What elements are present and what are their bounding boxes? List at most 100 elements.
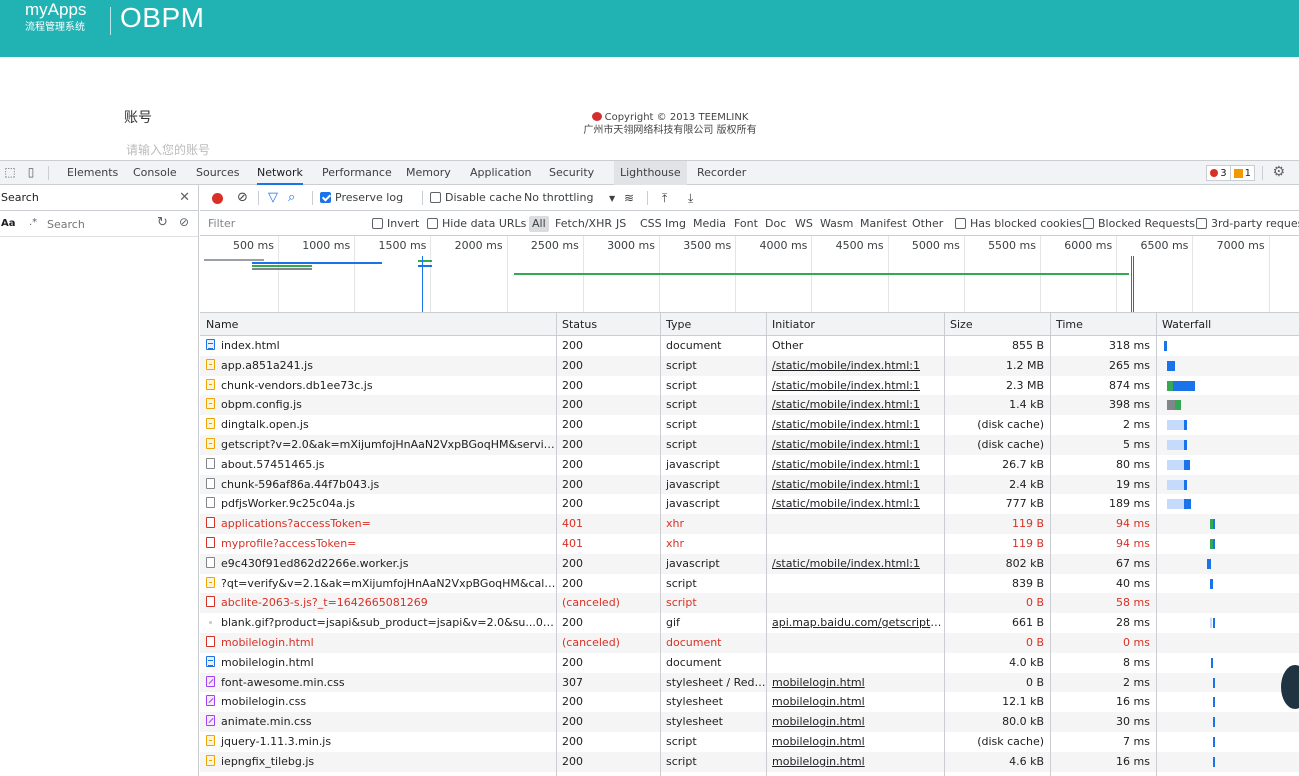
filter-type-js[interactable]: JS	[616, 211, 626, 236]
column-name[interactable]: Name	[200, 313, 556, 335]
table-row[interactable]: dingtalk.open.js 200 script/static/mobile/…	[200, 415, 1299, 435]
column-size[interactable]: Size	[944, 313, 1050, 335]
table-row[interactable]: getscript?v=2.0&ak=mXijumfojHnAaN2VxpBGo…	[200, 434, 1299, 455]
close-icon[interactable]: ✕	[179, 185, 190, 211]
cell-initiator[interactable]: /static/mobile/index.html:1	[766, 395, 944, 415]
filter-type-wasm[interactable]: Wasm	[820, 211, 853, 236]
issues-badges[interactable]: 3 1	[1206, 165, 1255, 181]
filter-type-css[interactable]: CSS	[640, 211, 662, 236]
cell-initiator[interactable]: /static/mobile/index.html:1	[766, 415, 944, 435]
table-row[interactable]: chunk-vendors.db1ee73c.js 200 script/stati…	[200, 376, 1299, 396]
cell-initiator[interactable]: /static/mobile/index.html:1	[766, 554, 944, 574]
filter-type-font[interactable]: Font	[734, 211, 758, 236]
clear-log-icon[interactable]: ⊘	[237, 185, 248, 211]
preserve-log-checkbox[interactable]: Preserve log	[320, 185, 403, 211]
table-row[interactable]: jquery-1.11.3.min.js 200 script mobilelogin…	[200, 732, 1299, 752]
match-case-button[interactable]: Aa	[1, 218, 16, 229]
cell-initiator[interactable]: mobilelogin.html	[766, 673, 944, 693]
tab-recorder[interactable]: Recorder	[697, 161, 746, 185]
column-divider[interactable]	[1156, 313, 1157, 776]
filter-type-media[interactable]: Media	[693, 211, 726, 236]
account-input[interactable]: 请输入您的账号	[126, 141, 210, 158]
cell-initiator[interactable]: /static/mobile/index.html:1	[766, 494, 944, 514]
timeline-overview[interactable]: 500 ms 1000 ms 1500 ms 2000 ms 2500 ms 3000 m…	[200, 236, 1299, 313]
third-party-checkbox[interactable]: 3rd-party request	[1196, 211, 1299, 236]
tab-sources[interactable]: Sources	[196, 161, 240, 185]
clear-icon[interactable]: ⊘	[179, 215, 189, 229]
import-har-icon[interactable]: ⤒	[662, 185, 667, 211]
column-divider[interactable]	[1050, 313, 1051, 776]
cell-initiator[interactable]: api.map.baidu.com/getscript?v=...	[766, 613, 944, 633]
filter-type-img[interactable]: Img	[665, 211, 686, 236]
column-time[interactable]: Time	[1050, 313, 1156, 335]
column-type[interactable]: Type	[660, 313, 766, 335]
table-row[interactable]: abclite-2063-s.js?_t=1642665081269 (cance…	[200, 593, 1299, 614]
column-divider[interactable]	[556, 313, 557, 776]
table-row[interactable]: myprofile?accessToken= 401 xhr 119 B 94 ms	[200, 534, 1299, 554]
tab-network[interactable]: Network	[257, 161, 303, 185]
filter-icon[interactable]: ▽	[268, 185, 278, 211]
cell-initiator[interactable]: /static/mobile/index.html:1	[766, 455, 944, 475]
invert-checkbox[interactable]: Invert	[372, 211, 419, 236]
column-divider[interactable]	[660, 313, 661, 776]
cell-initiator[interactable]: /static/mobile/index.html:1	[766, 376, 944, 396]
tab-console[interactable]: Console	[133, 161, 177, 185]
tab-lighthouse[interactable]: Lighthouse	[614, 161, 687, 185]
filter-type-all[interactable]: All	[529, 216, 549, 232]
blocked-requests-checkbox[interactable]: Blocked Requests	[1083, 211, 1195, 236]
table-row[interactable]: e9c430f91ed862d2266e.worker.js 200 javascr…	[200, 553, 1299, 574]
table-row[interactable]: about.57451465.js 200 javascript/static/mo…	[200, 455, 1299, 475]
device-toolbar-icon[interactable]: ▯	[24, 165, 38, 179]
filter-type-ws[interactable]: WS	[795, 211, 813, 236]
filter-type-other[interactable]: Other	[912, 211, 943, 236]
cell-initiator[interactable]: mobilelogin.html	[766, 692, 944, 712]
network-conditions-icon[interactable]: ≋	[624, 185, 634, 211]
error-badge[interactable]: 3	[1207, 166, 1229, 180]
record-button[interactable]	[212, 193, 223, 204]
blocked-cookies-checkbox[interactable]: Has blocked cookies	[955, 211, 1082, 236]
cell-initiator[interactable]: /static/mobile/index.html:1	[766, 435, 944, 455]
table-row[interactable]: index.html 200 document Other 855 B 318 ms	[200, 336, 1299, 356]
filter-input[interactable]: Filter	[208, 211, 235, 236]
export-har-icon[interactable]: ⤓	[688, 185, 693, 211]
regex-button[interactable]: .*	[29, 217, 37, 228]
table-row[interactable]: chunk-596af86a.44f7b043.js 200 javascript /…	[200, 474, 1299, 495]
tab-security[interactable]: Security	[549, 161, 594, 185]
hide-data-urls-checkbox[interactable]: Hide data URLs	[427, 211, 526, 236]
tab-memory[interactable]: Memory	[406, 161, 451, 185]
table-row[interactable]: mobilelogin.html 200 document 4.0 kB 8 ms	[200, 653, 1299, 673]
column-initiator[interactable]: Initiator	[766, 313, 944, 335]
cell-initiator[interactable]: /static/mobile/index.html:1	[766, 356, 944, 376]
table-row[interactable]: animate.min.css 200 stylesheet mobilelogin.…	[200, 712, 1299, 732]
search-input[interactable]	[47, 216, 142, 232]
filter-type-doc[interactable]: Doc	[765, 211, 786, 236]
throttling-select[interactable]: No throttling ▼	[524, 185, 615, 211]
table-row[interactable]: applications?accessToken= 401 xhr 119 B 94 m…	[200, 514, 1299, 534]
cell-initiator[interactable]: mobilelogin.html	[766, 732, 944, 752]
cell-initiator[interactable]: mobilelogin.html	[766, 752, 944, 772]
column-divider[interactable]	[766, 313, 767, 776]
inspect-element-icon[interactable]: ⬚	[3, 165, 17, 179]
refresh-icon[interactable]: ↻	[157, 215, 168, 230]
tab-elements[interactable]: Elements	[67, 161, 118, 185]
table-row[interactable]: mobilelogin.html (canceled) document 0 B 0 m…	[200, 632, 1299, 653]
table-row[interactable]: blank.gif?product=jsapi&sub_product=jsap…	[200, 613, 1299, 633]
column-waterfall[interactable]: Waterfall	[1156, 313, 1299, 335]
tab-performance[interactable]: Performance	[322, 161, 392, 185]
cell-initiator[interactable]: mobilelogin.html	[766, 712, 944, 732]
column-divider[interactable]	[944, 313, 945, 776]
cell-initiator[interactable]: /static/mobile/index.html:1	[766, 475, 944, 495]
search-icon[interactable]: ⌕	[288, 185, 295, 211]
table-row[interactable]: ?qt=verify&v=2.1&ak=mXijumfojHnAaN2VxpBG…	[200, 574, 1299, 594]
table-row[interactable]: app.a851a241.js 200 script/static/mobile/i…	[200, 355, 1299, 376]
column-status[interactable]: Status	[556, 313, 660, 335]
table-row[interactable]: mobilelogin.css 200 stylesheet mobilelogin.…	[200, 692, 1299, 712]
table-row[interactable]: obpm.config.js 200 script/static/mobile/in…	[200, 395, 1299, 416]
warning-badge[interactable]: 1	[1229, 166, 1254, 180]
filter-type-manifest[interactable]: Manifest	[860, 211, 907, 236]
settings-gear-icon[interactable]: ⚙	[1272, 164, 1285, 180]
tab-application[interactable]: Application	[470, 161, 531, 185]
table-row[interactable]: iepngfix_tilebg.js 200 script mobilelogin.h…	[200, 751, 1299, 772]
table-row[interactable]: font-awesome.min.css 307 stylesheet / Redi…	[200, 672, 1299, 693]
filter-type-fetchxhr[interactable]: Fetch/XHR	[555, 211, 612, 236]
